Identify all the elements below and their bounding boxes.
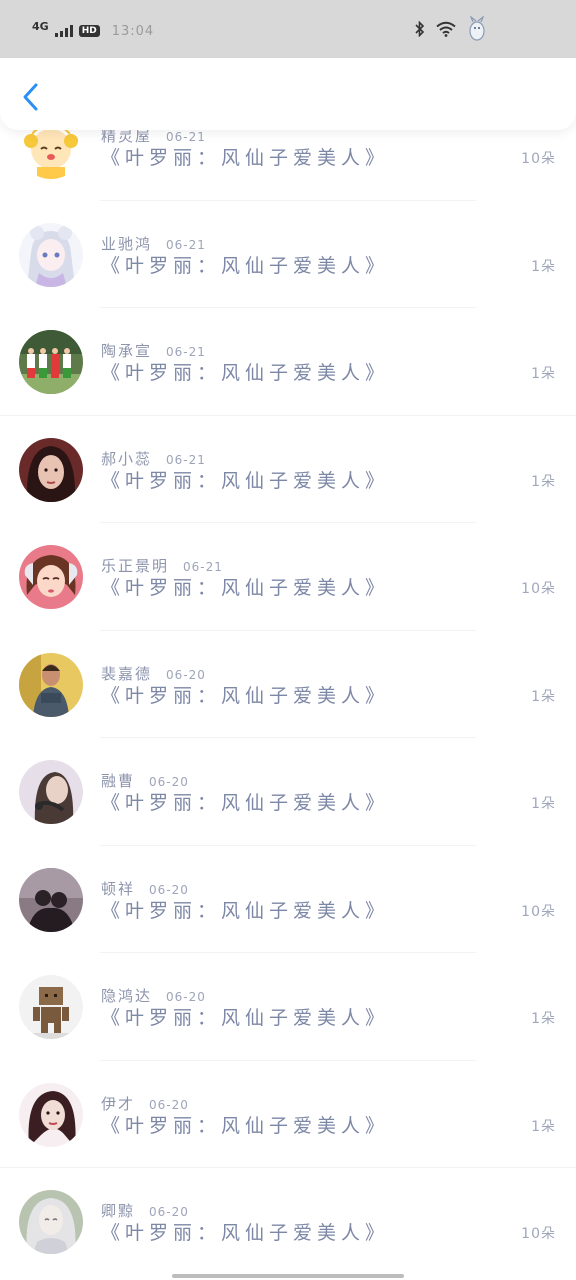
avatar[interactable] — [19, 1082, 83, 1147]
gift-title: 《叶罗丽：风仙子爱美人》 — [101, 147, 390, 169]
gift-date: 06-20 — [166, 667, 206, 682]
avatar[interactable] — [19, 867, 83, 932]
gift-count: 1朵 — [531, 1118, 556, 1135]
gift-date: 06-21 — [166, 452, 206, 467]
gift-date: 06-20 — [166, 990, 206, 1004]
avatar[interactable] — [19, 975, 83, 1039]
gift-count: 1朵 — [531, 796, 556, 812]
gift-title: 《叶罗丽：风仙子爱美人》 — [101, 684, 390, 707]
list-item[interactable]: 乐正景明 06-21 《叶罗丽：风仙子爱美人》 10朵 — [0, 523, 576, 631]
gift-title: 《叶罗丽：风仙子爱美人》 — [101, 1222, 390, 1244]
gift-count: 10朵 — [521, 151, 556, 167]
status-bar: 4G HD 13:04 — [0, 0, 576, 60]
network-type: 4G — [32, 19, 49, 33]
gift-title: 《叶罗丽：风仙子爱美人》 — [101, 362, 390, 384]
chevron-left-icon — [23, 83, 38, 111]
gift-title: 《叶罗丽：风仙子爱美人》 — [101, 577, 390, 599]
avatar[interactable] — [19, 760, 83, 824]
gift-count: 1朵 — [531, 258, 556, 275]
list-item[interactable]: 隐鸿达 06-20 《叶罗丽：风仙子爱美人》 1朵 — [0, 953, 576, 1061]
gift-count: 1朵 — [531, 473, 556, 490]
back-button[interactable] — [14, 80, 48, 114]
avatar[interactable] — [19, 545, 83, 609]
gift-date: 06-20 — [149, 775, 189, 789]
gift-title: 《叶罗丽：风仙子爱美人》 — [101, 469, 390, 492]
signal-icon — [54, 25, 73, 37]
top-nav-bar — [0, 58, 576, 130]
app-mascot-icon — [466, 15, 488, 46]
gift-title: 《叶罗丽：风仙子爱美人》 — [101, 254, 390, 277]
avatar[interactable] — [19, 437, 83, 502]
gift-title: 《叶罗丽：风仙子爱美人》 — [101, 792, 390, 814]
list-item[interactable]: 郝小蕊 06-21 《叶罗丽：风仙子爱美人》 1朵 — [0, 416, 576, 523]
bluetooth-icon — [414, 20, 426, 41]
gift-count: 1朵 — [531, 688, 556, 705]
status-right — [414, 15, 488, 42]
gift-date: 06-20 — [149, 882, 189, 897]
gift-count: 10朵 — [521, 1226, 556, 1242]
gift-date: 06-21 — [183, 560, 223, 574]
list-item[interactable]: 伊才 06-20 《叶罗丽：风仙子爱美人》 1朵 — [0, 1061, 576, 1168]
avatar[interactable] — [19, 652, 83, 717]
gift-record-list: 精灵屋 06-21 《叶罗丽：风仙子爱美人》 10朵 业驰鸿 06-21 《叶罗丽：… — [0, 93, 576, 1276]
clock: 13:04 — [111, 23, 155, 39]
gift-title: 《叶罗丽：风仙子爱美人》 — [101, 1114, 390, 1137]
wifi-icon — [436, 21, 456, 41]
avatar[interactable] — [19, 222, 83, 287]
list-item[interactable]: 融曹 06-20 《叶罗丽：风仙子爱美人》 1朵 — [0, 738, 576, 846]
gift-date: 06-21 — [166, 130, 206, 144]
gift-date: 06-21 — [166, 237, 206, 252]
home-indicator[interactable] — [172, 1274, 404, 1278]
gift-date: 06-21 — [166, 345, 206, 359]
list-item[interactable]: 顿祥 06-20 《叶罗丽：风仙子爱美人》 10朵 — [0, 846, 576, 953]
gift-date: 06-20 — [149, 1205, 189, 1219]
list-item[interactable]: 业驰鸿 06-21 《叶罗丽：风仙子爱美人》 1朵 — [0, 201, 576, 308]
gift-count: 1朵 — [531, 366, 556, 382]
gift-count: 1朵 — [531, 1011, 556, 1027]
gift-date: 06-20 — [149, 1097, 189, 1112]
gift-title: 《叶罗丽：风仙子爱美人》 — [101, 899, 390, 922]
avatar[interactable] — [19, 1190, 83, 1254]
status-left: 4G HD 13:04 — [32, 20, 154, 42]
list-item[interactable]: 裴嘉德 06-20 《叶罗丽：风仙子爱美人》 1朵 — [0, 631, 576, 738]
list-item[interactable]: 卿黥 06-20 《叶罗丽：风仙子爱美人》 10朵 — [0, 1168, 576, 1276]
gift-count: 10朵 — [521, 581, 556, 597]
hd-badge: HD — [78, 25, 100, 37]
gift-count: 10朵 — [521, 903, 556, 920]
list-item[interactable]: 陶承宣 06-21 《叶罗丽：风仙子爱美人》 1朵 — [0, 308, 576, 416]
gift-title: 《叶罗丽：风仙子爱美人》 — [101, 1007, 390, 1029]
avatar[interactable] — [19, 330, 83, 394]
